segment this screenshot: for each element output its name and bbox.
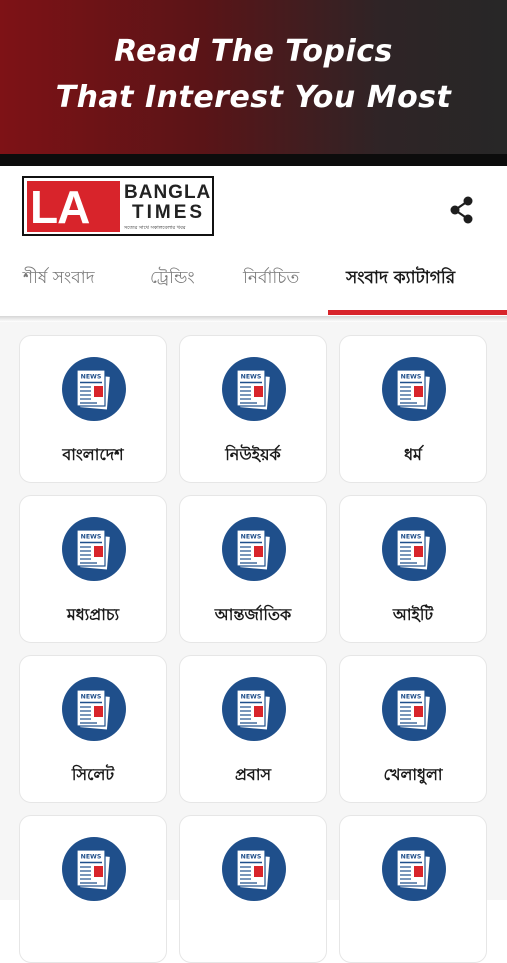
tab-trending[interactable]: ট্রেন্ডিং: [150, 250, 195, 312]
promo-banner: Read The Topics That Interest You Most: [0, 0, 507, 154]
tab-selected[interactable]: নির্বাচিত: [243, 250, 299, 312]
icon-news-text: NEWS: [401, 374, 422, 381]
icon-news-text: NEWS: [81, 374, 102, 381]
tab-top-news[interactable]: শীর্ষ সংবাদ: [23, 250, 95, 312]
promo-line-2: That Interest You Most: [55, 80, 452, 115]
share-button[interactable]: [446, 194, 478, 226]
category-label: ধর্ম: [404, 445, 422, 464]
share-icon: [450, 196, 473, 224]
category-tabs: শীর্ষ সংবাদ ট্রেন্ডিং নির্বাচিত সংবাদ ক্…: [0, 250, 507, 316]
newspaper-icon: NEWS: [62, 517, 126, 581]
logo-line-2: TIMES: [132, 202, 206, 223]
category-card[interactable]: NEWS ধর্ম: [339, 335, 487, 483]
category-label: প্রবাস: [234, 765, 272, 784]
category-card[interactable]: NEWS আইটি: [339, 495, 487, 643]
category-card[interactable]: NEWS: [179, 815, 327, 963]
category-label: বাংলাদেশ: [62, 445, 124, 464]
category-card[interactable]: NEWS খেলাধুলা: [339, 655, 487, 803]
icon-news-text: NEWS: [241, 694, 262, 701]
tab-news-category[interactable]: সংবাদ ক্যাটাগরি: [346, 250, 455, 312]
category-card[interactable]: NEWS মধ্যপ্রাচ্য: [19, 495, 167, 643]
logo-tagline: সত্যের সাথে সকালবেলার খবর: [124, 225, 186, 231]
newspaper-icon: NEWS: [382, 677, 446, 741]
status-bar-strip: [0, 154, 507, 166]
category-label: আইটি: [392, 605, 434, 624]
icon-news-text: NEWS: [81, 534, 102, 541]
newspaper-icon: NEWS: [222, 517, 286, 581]
logo-line-1: BANGLA: [124, 182, 212, 203]
category-card[interactable]: NEWS প্রবাস: [179, 655, 327, 803]
icon-news-text: NEWS: [241, 534, 262, 541]
newspaper-icon: NEWS: [62, 677, 126, 741]
category-card[interactable]: NEWS আন্তর্জাতিক: [179, 495, 327, 643]
category-card[interactable]: NEWS সিলেট: [19, 655, 167, 803]
category-label: সিলেট: [71, 765, 115, 784]
category-card[interactable]: NEWS: [339, 815, 487, 963]
app-logo[interactable]: LA BANGLA TIMES সত্যের সাথে সকালবেলার খব…: [22, 176, 214, 236]
active-tab-indicator: [328, 310, 507, 315]
icon-news-text: NEWS: [401, 854, 422, 861]
newspaper-icon: NEWS: [222, 677, 286, 741]
icon-news-text: NEWS: [241, 374, 262, 381]
category-label: নিউইয়র্ক: [225, 445, 281, 464]
icon-news-text: NEWS: [401, 534, 422, 541]
newspaper-icon: NEWS: [382, 517, 446, 581]
app-header: LA BANGLA TIMES সত্যের সাথে সকালবেলার খব…: [0, 166, 507, 250]
icon-news-text: NEWS: [401, 694, 422, 701]
category-label: আন্তর্জাতিক: [214, 605, 292, 624]
category-label: খেলাধুলা: [383, 765, 443, 784]
icon-news-text: NEWS: [81, 854, 102, 861]
category-label: মধ্যপ্রাচ্য: [66, 605, 120, 624]
newspaper-icon: NEWS: [222, 837, 286, 901]
category-card[interactable]: NEWS নিউইয়র্ক: [179, 335, 327, 483]
icon-news-text: NEWS: [241, 854, 262, 861]
promo-line-1: Read The Topics: [114, 34, 393, 69]
newspaper-icon: NEWS: [382, 357, 446, 421]
logo-mark: LA: [30, 181, 90, 233]
newspaper-icon: NEWS: [382, 837, 446, 901]
newspaper-icon: NEWS: [62, 837, 126, 901]
newspaper-icon: NEWS: [62, 357, 126, 421]
newspaper-icon: NEWS: [222, 357, 286, 421]
icon-news-text: NEWS: [81, 694, 102, 701]
category-card[interactable]: NEWS বাংলাদেশ: [19, 335, 167, 483]
category-card[interactable]: NEWS: [19, 815, 167, 963]
